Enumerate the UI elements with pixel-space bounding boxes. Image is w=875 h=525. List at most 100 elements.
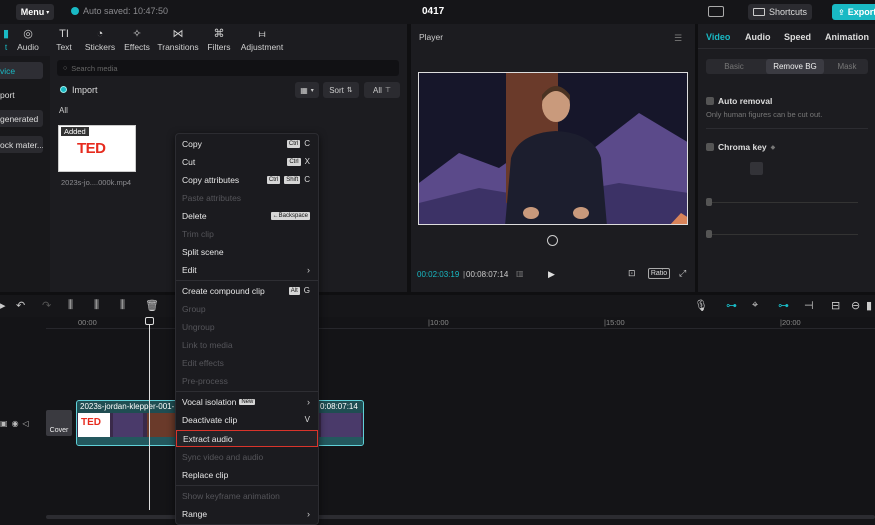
segment-mask[interactable]: Mask — [826, 59, 868, 74]
new-badge: New — [239, 398, 256, 405]
layout-icon[interactable] — [708, 6, 724, 17]
timeline-scrollbar[interactable] — [46, 515, 875, 519]
tab-video[interactable]: Video — [706, 32, 730, 42]
menu-item-delete[interactable]: Delete ←Backspace — [176, 207, 318, 224]
menu-item-create-compound-clip[interactable]: Create compound clip Alt G — [176, 282, 318, 299]
select-tool-icon[interactable]: ▸ — [0, 299, 6, 312]
playhead-handle[interactable] — [145, 317, 154, 325]
menu-item-trim-clip: Trim clip — [176, 225, 318, 242]
player-title: Player — [419, 32, 444, 42]
export-label: Export — [847, 7, 875, 17]
menu-item-vocal-isolation[interactable]: Vocal isolation New › — [176, 393, 318, 410]
tab-transitions[interactable]: ⋈ Transitions — [157, 26, 199, 53]
undo-icon[interactable]: ↶ — [16, 299, 25, 312]
sidebar-item-stock-material[interactable]: ock mater... — [0, 136, 43, 153]
sidebar-item-import[interactable]: port — [0, 86, 43, 103]
auto-removal-checkbox[interactable] — [706, 97, 714, 105]
segment-basic[interactable]: Basic — [706, 59, 762, 74]
menu-item-extract-audio[interactable]: Extract audio — [176, 430, 318, 447]
export-button[interactable]: ⇪ Export — [832, 4, 875, 20]
filter-all-button[interactable]: All ⊤ — [364, 82, 400, 98]
menu-item-label: Paste attributes — [182, 192, 242, 203]
linkage-icon[interactable]: ⊶ — [778, 299, 789, 312]
redo-icon[interactable]: ↷ — [42, 299, 51, 312]
menu-item-label: Link to media — [182, 339, 233, 350]
eye-icon[interactable]: ◉ — [12, 419, 19, 428]
tab-filters[interactable]: ⌘ Filters — [205, 26, 233, 53]
text-icon: TI — [59, 28, 69, 40]
media-thumbnail[interactable]: Added TED — [58, 125, 136, 172]
color-picker-swatch[interactable] — [750, 162, 763, 175]
tab-effects[interactable]: ✧ Effects — [122, 26, 152, 53]
tab-stickers[interactable]: ◔ Stickers — [84, 26, 116, 53]
tab-animation[interactable]: Animation — [825, 32, 869, 42]
effects-icon: ✧ — [132, 28, 142, 40]
segment-remove-bg[interactable]: Remove BG — [766, 59, 824, 74]
key-letter: X — [304, 157, 310, 166]
lock-icon[interactable]: ▣ — [0, 419, 8, 428]
playhead-line[interactable] — [149, 320, 150, 510]
sidebar-item-device[interactable]: vice — [0, 62, 43, 79]
menu-button[interactable]: Menu ▾ — [16, 4, 54, 20]
ruler-label: 00:00 — [78, 318, 97, 327]
delete-icon[interactable]: 🗑 — [145, 299, 159, 312]
zoom-slider-icon[interactable]: ▮ — [866, 299, 872, 312]
import-button[interactable]: Import — [60, 82, 110, 97]
split-view-icon[interactable]: ⊣ — [804, 299, 814, 312]
intensity-slider[interactable] — [708, 202, 858, 203]
search-input[interactable]: ○ Search media — [57, 60, 399, 76]
tab-audio-props[interactable]: Audio — [745, 32, 771, 42]
chroma-key-checkbox[interactable] — [706, 143, 714, 151]
intensity-slider-thumb[interactable] — [706, 198, 712, 206]
tab-speed[interactable]: Speed — [784, 32, 811, 42]
split-right-icon[interactable]: ⫼ — [120, 299, 125, 312]
microphone-icon[interactable]: 🎙 — [694, 299, 708, 312]
menu-item-replace-clip[interactable]: Replace clip — [176, 466, 318, 483]
tab-audio[interactable]: ◎ Audio — [14, 26, 42, 53]
key-alt: Alt — [288, 286, 300, 295]
rotate-icon[interactable] — [547, 235, 558, 246]
view-toggle-button[interactable]: ▦ ▾ — [295, 82, 319, 98]
ruler-label: |15:00 — [604, 318, 625, 327]
menu-item-label: Sync video and audio — [182, 451, 264, 462]
video-preview[interactable] — [418, 72, 688, 225]
mute-icon[interactable]: ◁ — [23, 419, 29, 428]
shadow-slider[interactable] — [708, 234, 858, 235]
menu-item-deactivate-clip[interactable]: Deactivate clip V — [176, 411, 318, 428]
shortcuts-button[interactable]: Shortcuts — [748, 4, 812, 20]
hamburger-icon[interactable]: ☰ — [674, 33, 682, 44]
grid-view-icon[interactable]: ▥ — [516, 269, 524, 278]
sidebar-item-generated[interactable]: generated — [0, 110, 43, 127]
tab-text[interactable]: TI Text — [50, 26, 78, 53]
partial-tab-label: t — [4, 42, 8, 52]
preview-axis-icon[interactable]: ⊟ — [831, 299, 840, 312]
focus-icon[interactable]: ⊡ — [628, 268, 636, 279]
menu-item-copy[interactable]: Copy Ctrl C — [176, 135, 318, 152]
menu-divider — [176, 280, 318, 281]
link-toggle-icon[interactable]: ⊶ — [726, 299, 737, 312]
menu-item-split-scene[interactable]: Split scene — [176, 243, 318, 260]
menu-item-edit[interactable]: Edit › — [176, 261, 318, 278]
split-icon[interactable]: ⫼ — [68, 299, 73, 312]
snap-icon[interactable]: ⌖ — [752, 299, 758, 312]
transitions-icon: ⋈ — [172, 28, 184, 40]
menu-item-copy-attributes[interactable]: Copy attributes Ctrl Shift C — [176, 171, 318, 188]
shadow-slider-thumb[interactable] — [706, 230, 712, 238]
menu-item-range[interactable]: Range › — [176, 505, 318, 522]
divider — [698, 48, 875, 49]
cover-button[interactable]: Cover — [46, 410, 72, 436]
tab-partial[interactable]: ▮ t — [0, 26, 12, 53]
project-title: 0417 — [422, 6, 445, 17]
fullscreen-icon[interactable]: ⤢ — [679, 268, 686, 279]
tab-adjustment[interactable]: ⧦ Adjustment — [239, 26, 285, 53]
auto-removal-hint: Only human figures can be cut out. — [706, 110, 823, 119]
sort-button[interactable]: Sort ⇅ — [323, 82, 359, 98]
zoom-out-icon[interactable]: ⊖ — [851, 299, 860, 312]
menu-item-cut[interactable]: Cut Ctrl X — [176, 153, 318, 170]
chevron-right-icon: › — [307, 264, 310, 275]
split-left-icon[interactable]: ⫼ — [94, 299, 99, 312]
chroma-key-option[interactable]: Chroma key ◆ — [706, 142, 775, 152]
ratio-button[interactable]: Ratio — [648, 268, 670, 279]
auto-removal-option[interactable]: Auto removal — [706, 96, 772, 106]
play-button[interactable]: ▶ — [548, 269, 555, 280]
